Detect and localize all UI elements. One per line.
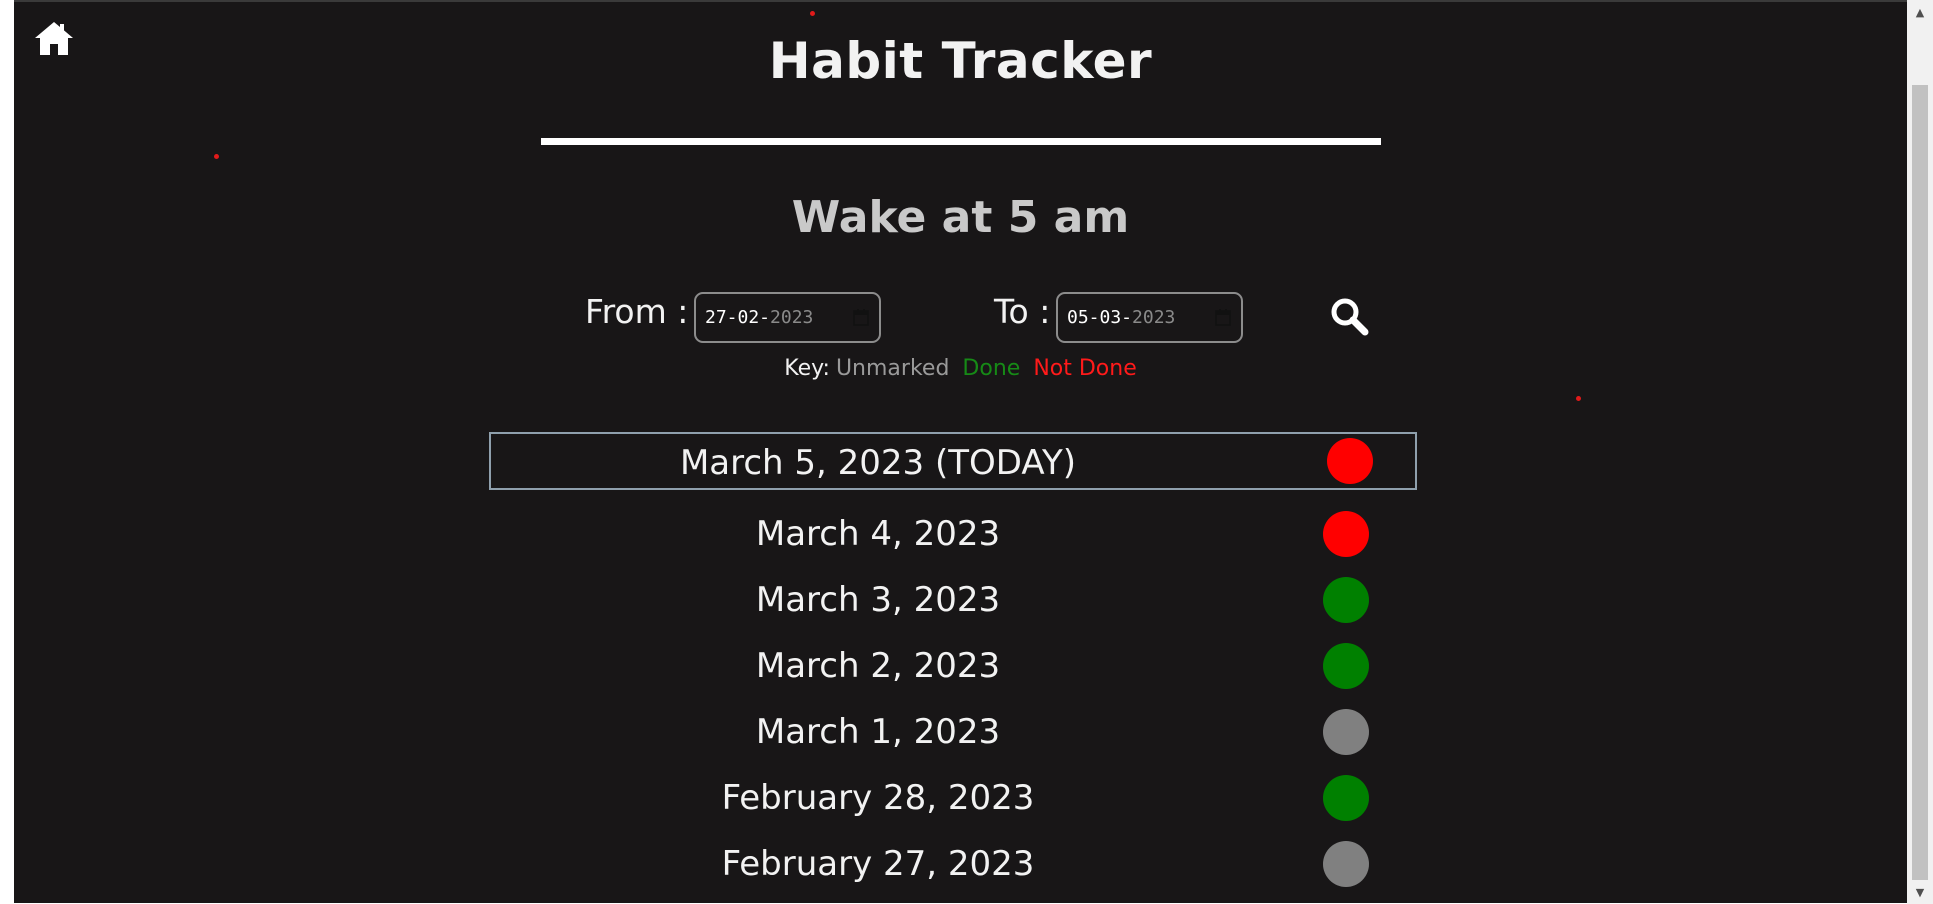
day-row: March 4, 2023	[489, 505, 1417, 563]
key-done: Done	[962, 356, 1021, 381]
scroll-up-arrow-icon[interactable]: ▲	[1907, 2, 1933, 22]
search-icon	[1331, 298, 1369, 336]
day-label: February 28, 2023	[721, 778, 1035, 818]
key-unmarked: Unmarked	[835, 356, 950, 381]
calendar-icon[interactable]	[853, 309, 869, 326]
day-status-toggle[interactable]	[1327, 438, 1373, 484]
day-label: March 3, 2023	[755, 580, 1001, 620]
status-key: Key: Unmarked Done Not Done	[14, 356, 1907, 381]
scroll-down-arrow-icon[interactable]: ▼	[1907, 882, 1933, 902]
search-button[interactable]	[1328, 295, 1372, 339]
from-date-input[interactable]: 27-02- 2023	[694, 292, 881, 343]
day-row-today: March 5, 2023 (TODAY)	[489, 432, 1417, 490]
day-label: March 1, 2023	[755, 712, 1001, 752]
window-left-border	[0, 0, 14, 904]
day-label: February 27, 2023	[721, 844, 1035, 884]
from-date-value: 27-02-	[705, 307, 771, 328]
day-row: February 27, 2023	[489, 835, 1417, 893]
key-label: Key:	[784, 356, 830, 381]
page-title: Habit Tracker	[768, 32, 1153, 90]
day-status-toggle[interactable]	[1323, 511, 1369, 557]
page-viewport: Habit Tracker Wake at 5 am From : 27-02-…	[14, 2, 1907, 903]
to-label: To :	[994, 292, 1051, 331]
day-status-toggle[interactable]	[1323, 775, 1369, 821]
day-status-toggle[interactable]	[1323, 709, 1369, 755]
to-date-value: 05-03-	[1067, 307, 1133, 328]
background-particle	[810, 11, 815, 16]
scrollbar-thumb[interactable]	[1912, 85, 1928, 880]
day-row: March 2, 2023	[489, 637, 1417, 695]
day-status-toggle[interactable]	[1323, 643, 1369, 689]
key-not-done: Not Done	[1033, 356, 1137, 381]
to-date-input[interactable]: 05-03- 2023	[1056, 292, 1243, 343]
from-label: From :	[585, 292, 689, 331]
to-date-year: 2023	[1132, 307, 1176, 328]
day-row: February 28, 2023	[489, 769, 1417, 827]
from-date-year: 2023	[770, 307, 814, 328]
title-divider	[541, 138, 1381, 145]
day-row: March 1, 2023	[489, 703, 1417, 761]
calendar-icon[interactable]	[1215, 309, 1231, 326]
habit-name: Wake at 5 am	[791, 192, 1130, 243]
day-status-toggle[interactable]	[1323, 577, 1369, 623]
background-particle	[1576, 396, 1581, 401]
background-particle	[214, 154, 219, 159]
day-status-toggle[interactable]	[1323, 841, 1369, 887]
vertical-scrollbar[interactable]: ▲ ▼	[1907, 0, 1933, 904]
day-row: March 3, 2023	[489, 571, 1417, 629]
day-label: March 4, 2023	[755, 514, 1001, 554]
day-label: March 2, 2023	[755, 646, 1001, 686]
day-label: March 5, 2023 (TODAY)	[679, 443, 1077, 483]
